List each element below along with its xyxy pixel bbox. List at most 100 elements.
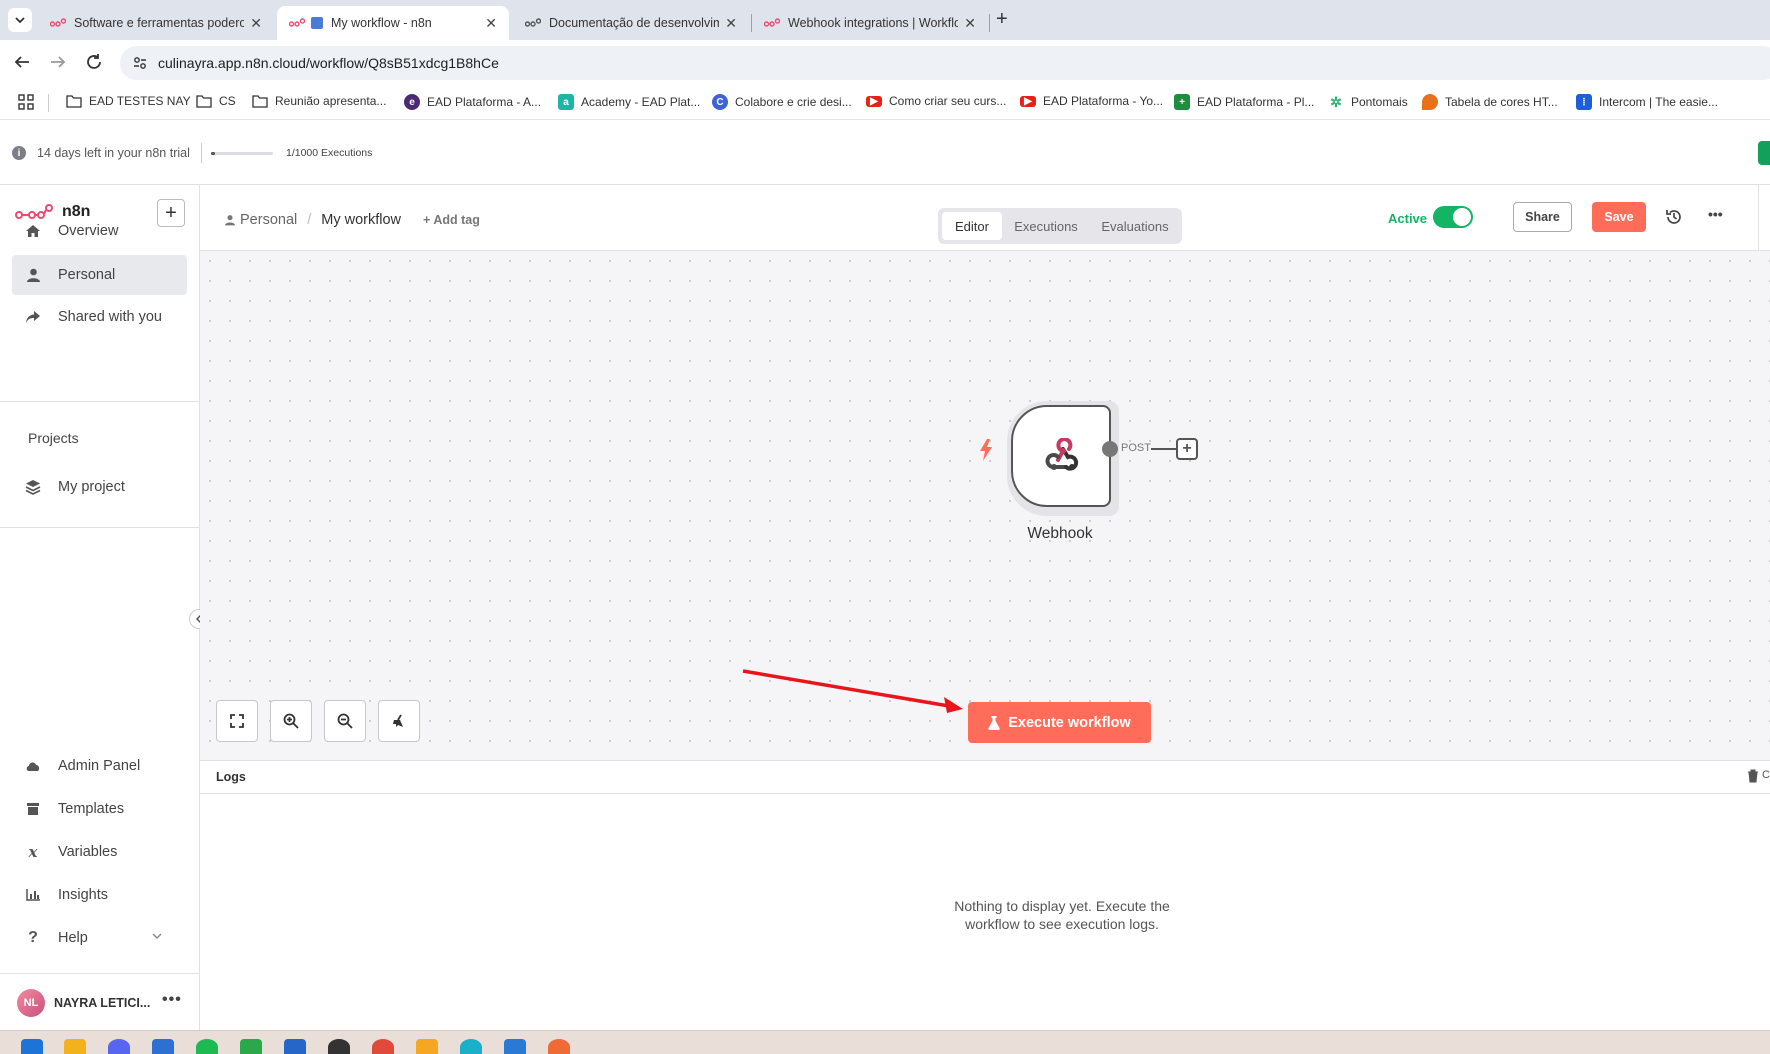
- app-icon[interactable]: [416, 1039, 438, 1054]
- execute-workflow-button[interactable]: Execute workflow: [968, 702, 1151, 743]
- reload-icon[interactable]: [85, 53, 103, 71]
- sidebar-item-my-project[interactable]: My project: [12, 467, 187, 507]
- bookmark-label: EAD Plataforma - Yo...: [1043, 94, 1164, 108]
- back-arrow-icon[interactable]: [13, 53, 31, 71]
- output-handle[interactable]: [1102, 441, 1118, 457]
- github-icon[interactable]: [328, 1039, 350, 1054]
- active-label: Active: [1388, 211, 1428, 226]
- close-tab-icon[interactable]: ✕: [485, 15, 497, 32]
- sidebar-item-help[interactable]: ? Help: [12, 918, 187, 958]
- bookmark-label: Como criar seu curs...: [889, 94, 1007, 108]
- bookmark-link[interactable]: ▶ Como criar seu curs...: [866, 94, 1006, 108]
- tab-evaluations[interactable]: Evaluations: [1092, 212, 1178, 240]
- sidebar-item-insights[interactable]: Insights: [12, 875, 187, 915]
- upgrade-button[interactable]: [1758, 141, 1770, 165]
- bookmark-label: CS: [219, 94, 236, 108]
- workflow-name[interactable]: My workflow: [321, 212, 401, 228]
- executions-count-text: 1/1000 Executions: [286, 147, 373, 159]
- bookmark-link[interactable]: ▶ EAD Plataforma - Yo...: [1020, 94, 1163, 108]
- discord-icon[interactable]: [108, 1039, 130, 1054]
- chrome-icon[interactable]: [372, 1039, 394, 1054]
- browser-tab[interactable]: Webhook integrations | Workflo ✕: [752, 6, 988, 40]
- user-menu-icon[interactable]: •••: [162, 991, 182, 1009]
- site-info-icon[interactable]: [132, 55, 148, 71]
- app-icon[interactable]: [284, 1039, 306, 1054]
- apps-grid-icon[interactable]: [18, 94, 34, 110]
- tab-executions[interactable]: Executions: [1002, 212, 1090, 240]
- bookmark-folder[interactable]: Reunião apresenta...: [252, 94, 386, 108]
- address-bar-row: culinayra.app.n8n.cloud/workflow/Q8sB51x…: [0, 40, 1770, 86]
- bookmark-link[interactable]: a Academy - EAD Plat...: [558, 94, 700, 110]
- active-toggle[interactable]: [1433, 206, 1473, 228]
- postman-icon[interactable]: [548, 1039, 570, 1054]
- bookmark-link[interactable]: Tabela de cores HT...: [1422, 94, 1558, 110]
- clear-logs-truncated[interactable]: C: [1762, 769, 1770, 781]
- save-button[interactable]: Save: [1592, 202, 1646, 232]
- bookmark-link[interactable]: + EAD Plataforma - Pl...: [1174, 94, 1314, 110]
- forward-arrow-icon[interactable]: [49, 53, 67, 71]
- close-tab-icon[interactable]: ✕: [964, 15, 976, 32]
- avatar[interactable]: NL: [17, 989, 45, 1017]
- browser-tab[interactable]: Documentação de desenvolvim ✕: [513, 6, 749, 40]
- edge-icon[interactable]: [460, 1039, 482, 1054]
- chevron-down-icon: [15, 17, 25, 24]
- file-explorer-icon[interactable]: [64, 1039, 86, 1054]
- bookmark-link[interactable]: ✲ Pontomais: [1328, 94, 1408, 110]
- youtube-icon: ▶: [1020, 95, 1036, 107]
- sidebar-item-templates[interactable]: Templates: [12, 789, 187, 829]
- sidebar-item-shared[interactable]: Shared with you: [12, 297, 187, 337]
- more-options-icon[interactable]: •••: [1708, 206, 1723, 222]
- folder-icon: [66, 94, 82, 108]
- vscode-icon[interactable]: [504, 1039, 526, 1054]
- layers-icon: [24, 479, 42, 495]
- bookmark-link[interactable]: C Colabore e crie desi...: [712, 94, 852, 110]
- spotify-icon[interactable]: [196, 1039, 218, 1054]
- browser-tab-active[interactable]: My workflow - n8n ✕: [277, 6, 509, 40]
- add-tag-link[interactable]: + Add tag: [423, 213, 480, 227]
- zoom-out-button[interactable]: [324, 700, 366, 742]
- workflow-canvas[interactable]: POST + Webhook Execute workflow: [200, 251, 1770, 760]
- url-bar[interactable]: culinayra.app.n8n.cloud/workflow/Q8sB51x…: [120, 46, 1770, 80]
- bookmark-folder[interactable]: EAD TESTES NAY: [66, 94, 191, 108]
- chart-icon: [24, 889, 42, 901]
- sidebar-item-label: Shared with you: [58, 309, 162, 325]
- share-button[interactable]: Share: [1513, 202, 1572, 232]
- browser-tab[interactable]: Software e ferramentas podero ✕: [38, 6, 274, 40]
- tab-search-button[interactable]: [8, 8, 32, 32]
- calendar-icon[interactable]: [152, 1039, 174, 1054]
- tidy-up-button[interactable]: [378, 700, 420, 742]
- bookmark-link[interactable]: ⦙ Intercom | The easie...: [1576, 94, 1718, 110]
- new-tab-plus-icon[interactable]: +: [996, 8, 1008, 31]
- variable-icon: 𝒙: [28, 843, 38, 861]
- canva-icon: C: [712, 94, 728, 110]
- evernote-icon[interactable]: [240, 1039, 262, 1054]
- sidebar-item-label: Overview: [58, 223, 119, 239]
- trash-icon[interactable]: [1747, 769, 1759, 783]
- sidebar: n8n + Overview Personal Shared with you …: [0, 185, 209, 1030]
- fullscreen-icon: [230, 714, 244, 728]
- tab-title: Documentação de desenvolvim: [549, 16, 720, 30]
- zoom-in-button[interactable]: [270, 700, 312, 742]
- webhook-icon: [1044, 438, 1080, 474]
- flask-icon: [988, 715, 1000, 730]
- tab-editor[interactable]: Editor: [942, 212, 1002, 240]
- sidebar-item-admin-panel[interactable]: Admin Panel: [12, 746, 187, 786]
- bookmark-label: Pontomais: [1351, 95, 1408, 109]
- cloud-icon: [24, 760, 42, 772]
- bookmark-folder[interactable]: CS: [196, 94, 236, 108]
- history-icon[interactable]: [1665, 208, 1683, 226]
- fit-view-button[interactable]: [216, 700, 258, 742]
- bookmarks-bar: EAD TESTES NAY CS Reunião apresenta... e…: [0, 86, 1770, 120]
- bookmark-label: Tabela de cores HT...: [1445, 95, 1558, 109]
- windows-start-icon[interactable]: [21, 1039, 43, 1054]
- trigger-lightning-icon: [979, 439, 993, 461]
- bookmark-link[interactable]: e EAD Plataforma - A...: [404, 94, 541, 110]
- breadcrumb-project[interactable]: Personal: [240, 212, 297, 228]
- webhook-node[interactable]: [1011, 405, 1111, 507]
- sidebar-item-overview[interactable]: Overview: [12, 211, 187, 251]
- add-node-button[interactable]: +: [1176, 438, 1198, 460]
- close-tab-icon[interactable]: ✕: [250, 15, 262, 32]
- sidebar-item-variables[interactable]: 𝒙 Variables: [12, 832, 187, 872]
- close-tab-icon[interactable]: ✕: [725, 15, 737, 32]
- sidebar-item-personal[interactable]: Personal: [12, 255, 187, 295]
